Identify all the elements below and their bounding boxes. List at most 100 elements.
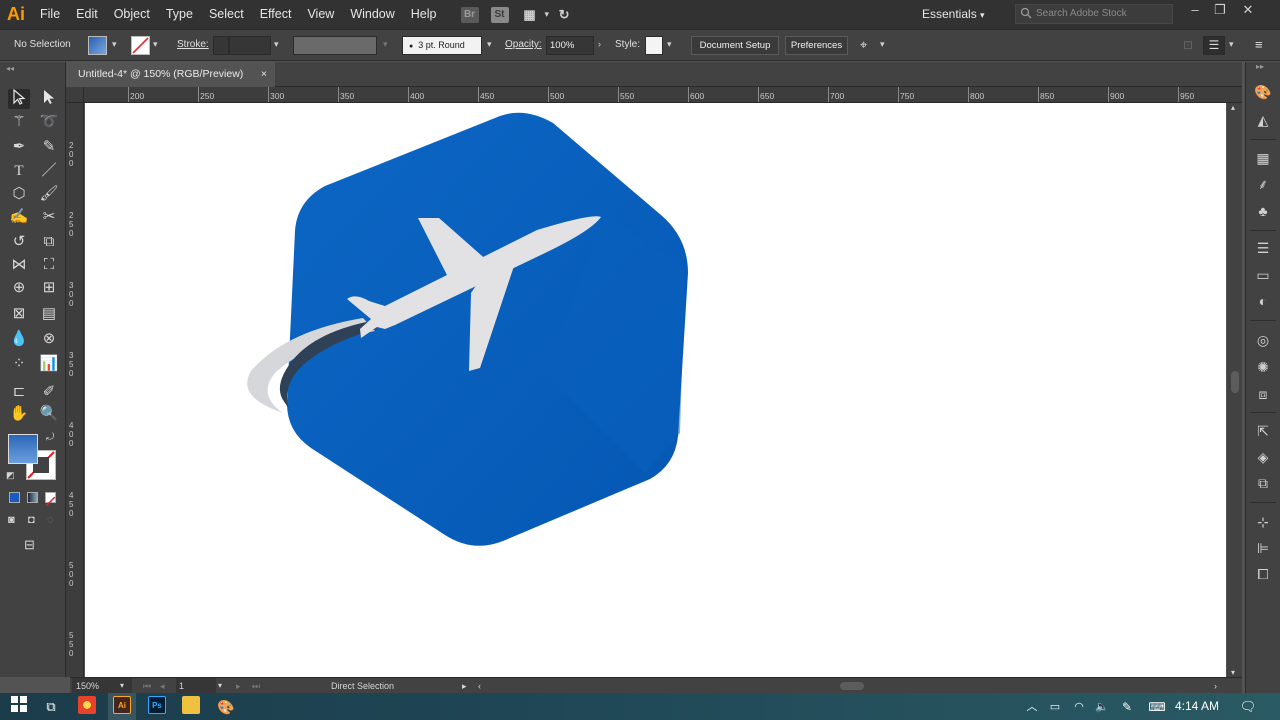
- blend-tool-icon[interactable]: ⊗: [38, 329, 60, 349]
- scroll-down-icon[interactable]: ▾: [1231, 668, 1235, 677]
- expand-panels-icon[interactable]: ▸▸: [1256, 62, 1264, 71]
- gradient-tool-icon[interactable]: ▤: [38, 304, 60, 324]
- control-panel-menu-icon[interactable]: ≡: [1255, 30, 1263, 60]
- asset-export-icon[interactable]: ⧈: [1252, 384, 1274, 404]
- document-tab[interactable]: Untitled-4* @ 150% (RGB/Preview) ×: [70, 62, 275, 87]
- artboard-tool-icon[interactable]: ⊏: [8, 382, 30, 402]
- restore-button[interactable]: ❐: [1208, 0, 1232, 22]
- gradient-mode-icon[interactable]: [27, 492, 38, 503]
- stroke-label[interactable]: Stroke:: [177, 30, 209, 60]
- photoshop-icon[interactable]: Ps: [148, 696, 166, 714]
- screen-mode-icon[interactable]: ⊟: [24, 537, 35, 553]
- keyboard-icon[interactable]: ⌨: [1148, 696, 1166, 718]
- travel-logo-artwork[interactable]: [85, 103, 1226, 677]
- scrollbar-thumb[interactable]: [1231, 371, 1239, 393]
- document-setup-button[interactable]: Document Setup: [691, 36, 779, 55]
- menu-help[interactable]: Help: [403, 0, 445, 29]
- scroll-left-icon[interactable]: ‹: [478, 678, 481, 694]
- menu-select[interactable]: Select: [201, 0, 252, 29]
- previous-artboard-icon[interactable]: ◂: [160, 678, 165, 694]
- color-guide-icon[interactable]: ◭: [1252, 110, 1274, 130]
- brush-definition[interactable]: ● 3 pt. Round: [402, 36, 482, 55]
- last-artboard-icon[interactable]: ⏭: [252, 678, 260, 694]
- stock-icon[interactable]: St: [490, 6, 509, 23]
- pen-workspace-icon[interactable]: ✎: [1118, 696, 1136, 718]
- chevron-down-icon[interactable]: ▾: [274, 39, 279, 50]
- shape-builder-tool-icon[interactable]: ⊕: [8, 278, 30, 298]
- status-menu-icon[interactable]: ▸: [462, 678, 467, 694]
- hand-tool-icon[interactable]: ✋: [8, 404, 30, 424]
- lasso-tool-icon[interactable]: ➰: [38, 112, 60, 132]
- width-tool-icon[interactable]: ⋈: [8, 255, 30, 275]
- horizontal-ruler[interactable]: 200 250 300 350 400 450 500 550 600 650 …: [84, 87, 1242, 103]
- selection-tool-icon[interactable]: [8, 88, 30, 109]
- canvas[interactable]: [84, 103, 1227, 677]
- chevron-down-icon[interactable]: ▾: [153, 39, 158, 50]
- ruler-origin[interactable]: [66, 87, 84, 103]
- menu-window[interactable]: Window: [342, 0, 402, 29]
- wifi-icon[interactable]: ◠: [1070, 696, 1088, 718]
- align-panel-icon[interactable]: ⊫: [1252, 538, 1274, 558]
- brushes-icon[interactable]: ⸙: [1252, 174, 1274, 194]
- menu-effect[interactable]: Effect: [252, 0, 300, 29]
- pathfinder-panel-icon[interactable]: ⧠: [1252, 564, 1274, 584]
- chevron-down-icon[interactable]: ▾: [112, 39, 117, 50]
- export-panel-icon[interactable]: ⇱: [1252, 421, 1274, 441]
- default-colors-icon[interactable]: ◩: [6, 470, 15, 481]
- preferences-button[interactable]: Preferences: [785, 36, 848, 55]
- scroll-right-icon[interactable]: ›: [1214, 678, 1217, 694]
- stroke-weight-field[interactable]: [229, 36, 271, 55]
- next-artboard-icon[interactable]: ▸: [236, 678, 241, 694]
- workspace-switcher[interactable]: Essentials ▾: [922, 0, 985, 29]
- polygon-tool-icon[interactable]: ⬡: [8, 184, 30, 204]
- show-hidden-icons[interactable]: ︿: [1024, 696, 1040, 718]
- stroke-panel-icon[interactable]: ☰: [1252, 238, 1274, 258]
- symbols-icon[interactable]: ♣: [1252, 201, 1274, 221]
- line-segment-tool-icon[interactable]: ／: [38, 161, 60, 181]
- opacity-label[interactable]: Opacity:: [505, 30, 542, 60]
- swap-colors-icon[interactable]: ⤾: [46, 432, 54, 443]
- chevron-down-icon[interactable]: ▾: [487, 39, 492, 50]
- draw-normal-icon[interactable]: ◙: [8, 514, 15, 526]
- menu-type[interactable]: Type: [158, 0, 201, 29]
- chevron-down-icon[interactable]: ▾: [120, 678, 124, 694]
- type-tool-icon[interactable]: T: [8, 161, 30, 181]
- stroke-weight-stepper[interactable]: [213, 36, 229, 55]
- symbol-sprayer-tool-icon[interactable]: ⁘: [8, 354, 30, 374]
- stroke-swatch[interactable]: [131, 36, 150, 55]
- free-transform-tool-icon[interactable]: ⛶: [38, 255, 60, 275]
- perspective-grid-tool-icon[interactable]: ⊞: [38, 278, 60, 298]
- artboard-number-field[interactable]: 1: [176, 678, 216, 694]
- paint-icon[interactable]: 🎨: [216, 696, 236, 718]
- transparency-panel-icon[interactable]: ◐: [1252, 291, 1274, 311]
- gpu-performance-icon[interactable]: ↻: [555, 7, 573, 23]
- minimize-button[interactable]: –: [1183, 0, 1207, 22]
- file-explorer-icon[interactable]: [182, 696, 200, 714]
- close-tab-icon[interactable]: ×: [261, 62, 267, 87]
- horizontal-scrollbar-thumb[interactable]: [840, 682, 864, 690]
- pen-tool-icon[interactable]: ✒: [8, 137, 30, 157]
- magic-wand-tool-icon[interactable]: ⚚: [8, 112, 30, 132]
- eyedropper-tool-icon[interactable]: 💧: [8, 329, 30, 349]
- mesh-tool-icon[interactable]: ⊠: [8, 304, 30, 324]
- color-panel-icon[interactable]: 🎨: [1252, 82, 1274, 102]
- layers-panel-icon[interactable]: ◈: [1252, 447, 1274, 467]
- search-stock-input[interactable]: Search Adobe Stock: [1015, 4, 1173, 24]
- scroll-up-icon[interactable]: ▴: [1231, 103, 1235, 112]
- menu-object[interactable]: Object: [106, 0, 158, 29]
- appearance-panel-icon[interactable]: ◎: [1252, 330, 1274, 350]
- chevron-down-icon[interactable]: ▾: [880, 39, 885, 50]
- menu-view[interactable]: View: [299, 0, 342, 29]
- artboard[interactable]: [85, 103, 1226, 677]
- graphic-styles-icon[interactable]: ✺: [1252, 357, 1274, 377]
- draw-inside-icon[interactable]: ◌: [47, 514, 54, 526]
- volume-icon[interactable]: 🔈: [1094, 696, 1110, 718]
- libraries-icon[interactable]: ▦: [1252, 148, 1274, 168]
- fill-swatch[interactable]: [88, 36, 107, 55]
- transform-panel-icon[interactable]: ⊹: [1252, 512, 1274, 532]
- collapse-panel-icon[interactable]: ◂◂: [6, 64, 14, 73]
- menu-edit[interactable]: Edit: [68, 0, 106, 29]
- select-similar-icon[interactable]: ⌖: [860, 30, 867, 60]
- zoom-tool-icon[interactable]: 🔍: [38, 404, 60, 424]
- first-artboard-icon[interactable]: ⏮: [143, 678, 151, 694]
